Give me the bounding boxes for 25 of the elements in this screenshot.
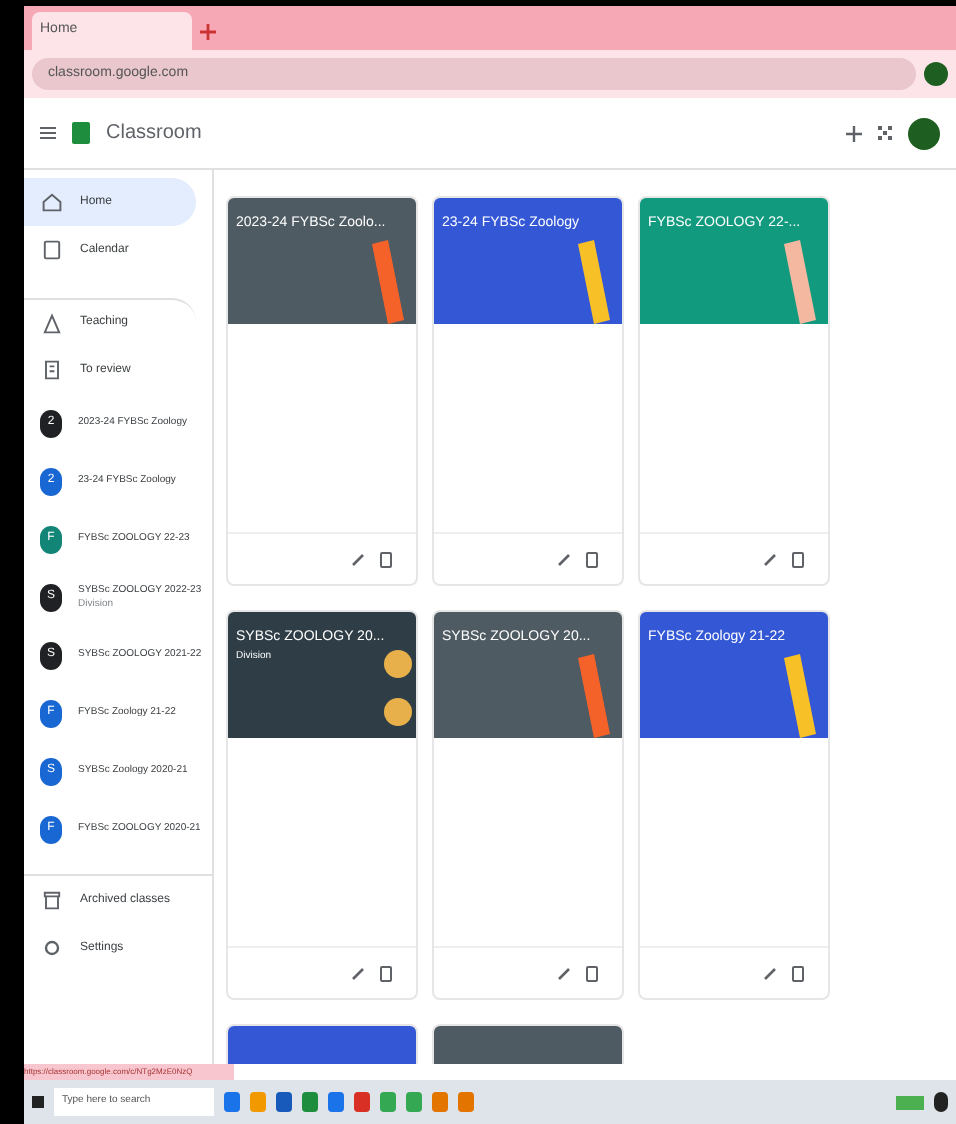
pencil-drawing bbox=[784, 654, 816, 738]
new-tab-icon[interactable] bbox=[200, 24, 216, 40]
list-icon bbox=[40, 358, 64, 382]
account-avatar[interactable] bbox=[908, 117, 940, 149]
pencil-icon[interactable] bbox=[352, 967, 364, 979]
pencil-drawing bbox=[372, 240, 404, 324]
pencil-drawing bbox=[784, 240, 816, 324]
classroom-logo-icon bbox=[72, 122, 90, 144]
calendar-icon bbox=[40, 238, 64, 262]
pencil-icon[interactable] bbox=[764, 553, 776, 565]
add-icon[interactable] bbox=[846, 125, 862, 141]
home-icon bbox=[40, 190, 64, 214]
pencil-drawing bbox=[578, 240, 610, 324]
pencil-icon[interactable] bbox=[558, 553, 570, 565]
pencil-icon[interactable] bbox=[352, 553, 364, 565]
teacher-icon bbox=[40, 311, 64, 335]
pencil-icon[interactable] bbox=[764, 967, 776, 979]
pencil-drawing bbox=[578, 654, 610, 738]
app-title: Classroom bbox=[106, 120, 202, 148]
menu-icon[interactable] bbox=[40, 126, 56, 140]
pencil-icon[interactable] bbox=[558, 967, 570, 979]
archive-icon bbox=[40, 888, 64, 912]
profile-avatar[interactable] bbox=[924, 62, 948, 86]
apps-grid-icon[interactable] bbox=[878, 126, 892, 140]
coins-drawing bbox=[384, 650, 412, 726]
